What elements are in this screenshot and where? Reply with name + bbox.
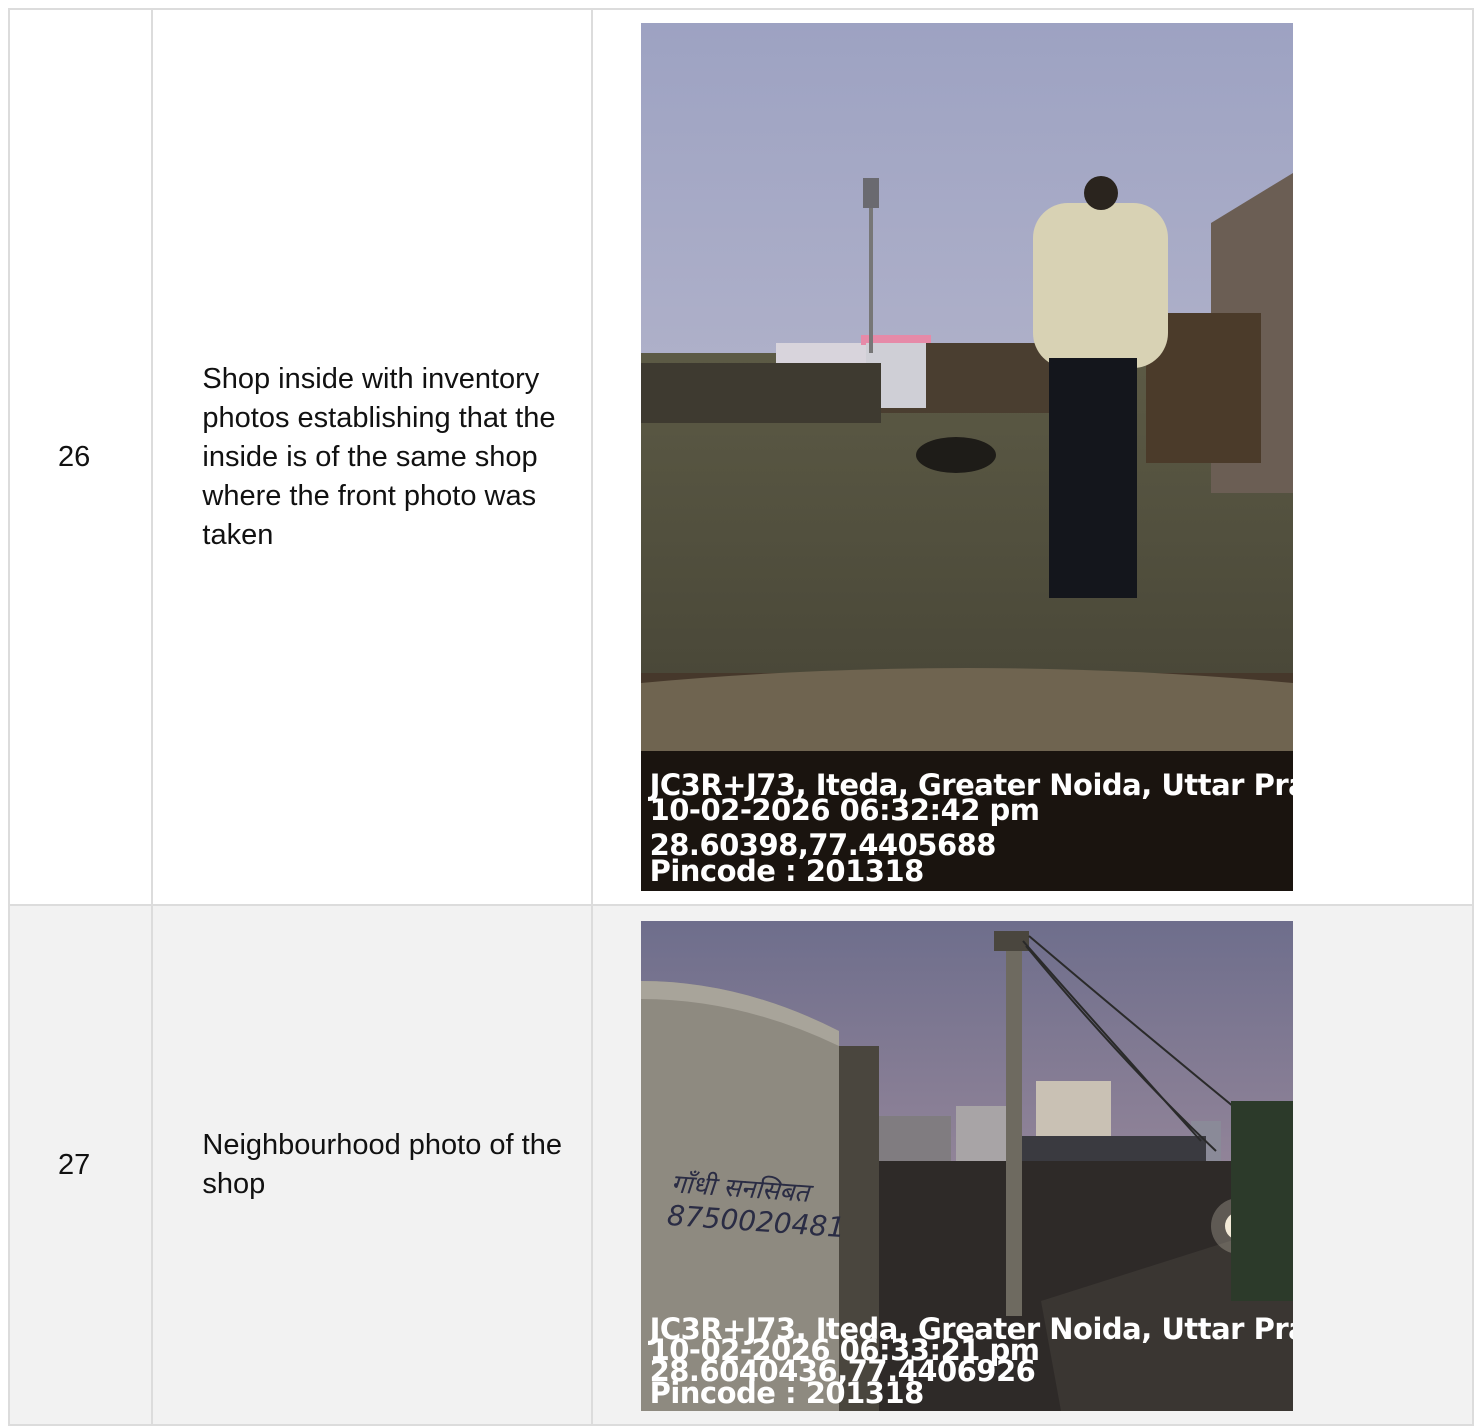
photo-stamp-datetime: 10-02-2026 06:32:42 pm [649,793,1040,827]
photo-cell: JC3R+J73, Iteda, Greater Noida, Uttar Pr… [590,8,1475,906]
photo-stamp-pincode: Pincode : 201318 [649,854,925,888]
row-description: Shop inside with inventory photos establ… [151,8,593,906]
table-row: 26 Shop inside with inventory photos est… [7,8,1475,906]
row-number: 27 [7,904,154,1426]
neighbourhood-photo: गाँधी सनसिबत 8750020481 JC3R+J73, Iteda,… [640,921,1293,1411]
photo-stamp-pincode: Pincode : 201318 [649,1376,925,1410]
row-number: 26 [7,8,154,906]
shop-photo: JC3R+J73, Iteda, Greater Noida, Uttar Pr… [640,23,1293,891]
photo-cell: गाँधी सनसिबत 8750020481 JC3R+J73, Iteda,… [590,904,1475,1426]
row-description: Neighbourhood photo of the shop [151,904,593,1426]
table-row: 27 Neighbourhood photo of the shop गाँधी… [7,904,1475,1426]
evidence-table: 26 Shop inside with inventory photos est… [7,8,1475,1426]
outdoor-evening-photo-icon [640,23,1293,891]
